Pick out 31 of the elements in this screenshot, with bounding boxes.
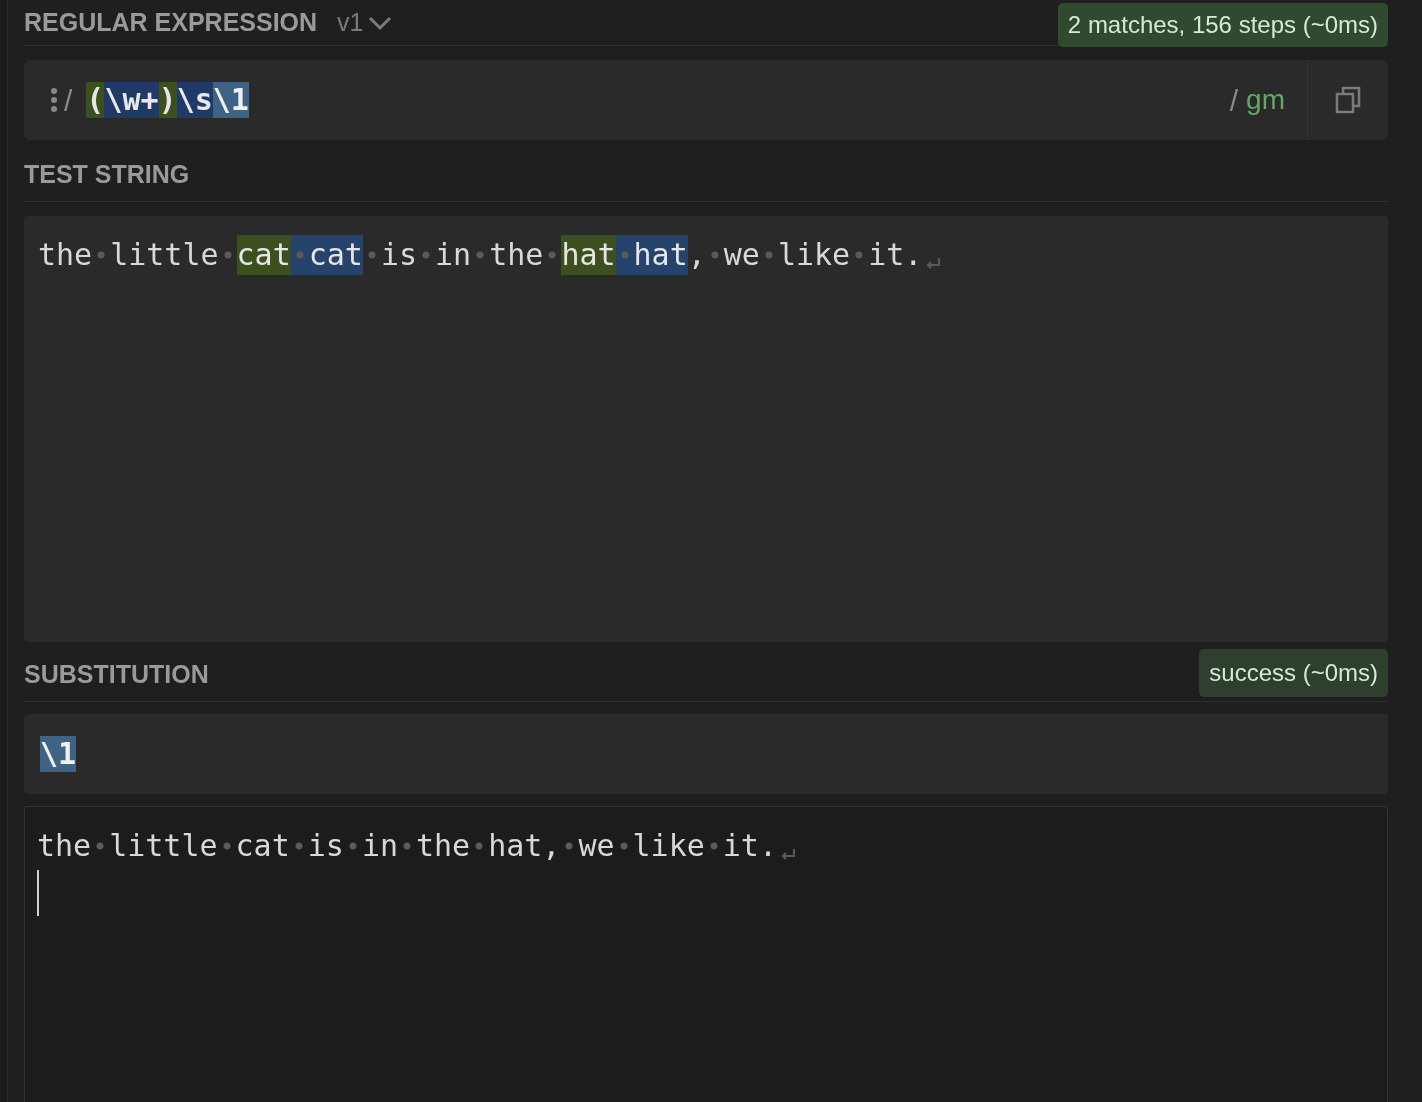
chevron-down-icon <box>367 14 392 31</box>
test-string-editor[interactable]: the little cat cat is in the hat hat, we like it. <box>24 216 1388 642</box>
match-highlight: hat <box>615 235 688 275</box>
backreference-highlight: \1 <box>212 82 249 118</box>
section-title: REGULAR EXPRESSION <box>24 6 318 38</box>
test-text: is in the <box>362 235 562 275</box>
test-text: , we like it. <box>687 235 923 275</box>
regex-field[interactable]: / (\w+)\s\1 / gm <box>24 60 1388 140</box>
test-text: the little <box>38 235 237 275</box>
substitution-field[interactable]: \1 <box>24 714 1388 794</box>
regex-delimiter: / <box>1229 82 1239 119</box>
section-title: TEST STRING <box>24 158 190 190</box>
copy-icon <box>1335 86 1361 114</box>
token-highlight: \s <box>176 82 213 118</box>
substitution-status-badge: success (~0ms) <box>1199 649 1388 697</box>
group-highlight: ( <box>86 82 105 118</box>
group-highlight: hat <box>561 235 616 275</box>
section-title: SUBSTITUTION <box>24 658 209 690</box>
result-text: the little cat is in the hat, we like it. <box>37 826 777 866</box>
regex-delimiter: / <box>64 82 73 119</box>
text-cursor <box>37 870 39 916</box>
return-icon <box>779 846 797 862</box>
regex-flags[interactable]: gm <box>1246 79 1285 121</box>
token-highlight: \w+ <box>104 82 159 118</box>
return-icon <box>924 255 943 271</box>
match-status-badge: 2 matches, 156 steps (~0ms) <box>1057 2 1388 47</box>
backreference-highlight: \1 <box>40 736 77 772</box>
match-highlight: cat <box>290 235 363 275</box>
drag-handle-icon[interactable] <box>50 87 58 113</box>
version-dropdown[interactable]: v1 <box>337 3 392 42</box>
group-highlight: cat <box>236 235 291 275</box>
